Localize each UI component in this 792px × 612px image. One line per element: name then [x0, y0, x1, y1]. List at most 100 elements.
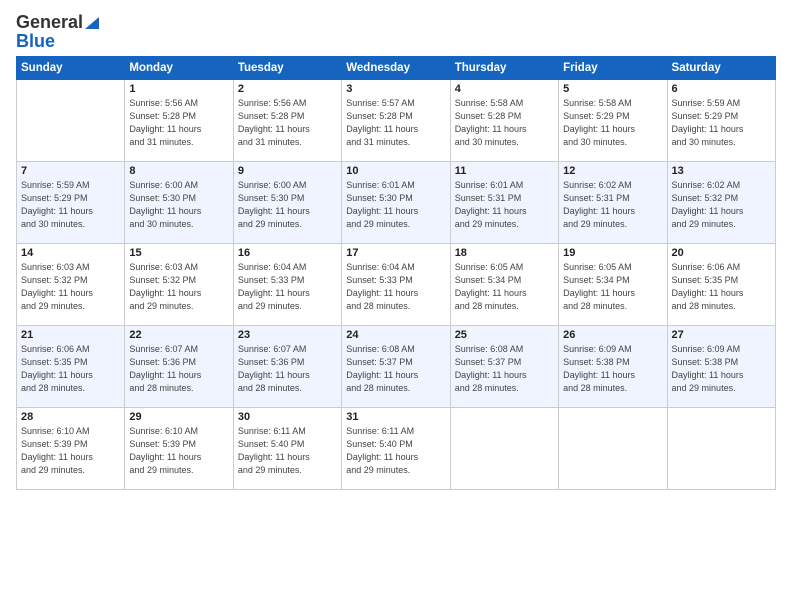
cell-info: Sunrise: 6:11 AM Sunset: 5:40 PM Dayligh…	[346, 425, 445, 477]
week-row-3: 14Sunrise: 6:03 AM Sunset: 5:32 PM Dayli…	[17, 244, 776, 326]
day-number: 22	[129, 329, 228, 341]
day-number: 18	[455, 247, 554, 259]
day-number: 10	[346, 165, 445, 177]
cell-info: Sunrise: 6:10 AM Sunset: 5:39 PM Dayligh…	[129, 425, 228, 477]
calendar-cell: 5Sunrise: 5:58 AM Sunset: 5:29 PM Daylig…	[559, 80, 667, 162]
day-number: 23	[238, 329, 337, 341]
logo: General Blue	[16, 12, 99, 52]
cell-info: Sunrise: 5:58 AM Sunset: 5:29 PM Dayligh…	[563, 97, 662, 149]
calendar-cell: 30 Sunrise: 6:11 AM Sunset: 5:40 PM Dayli…	[233, 408, 341, 490]
day-number: 27	[672, 329, 771, 341]
cell-info: Sunrise: 5:59 AM Sunset: 5:29 PM Dayligh…	[672, 97, 771, 149]
cell-info: Sunrise: 5:59 AM Sunset: 5:29 PM Dayligh…	[21, 179, 120, 231]
cell-info: Sunrise: 5:56 AM Sunset: 5:28 PM Dayligh…	[129, 97, 228, 149]
calendar-cell: 10 Sunrise: 6:01 AM Sunset: 5:30 PM Dayli…	[342, 162, 450, 244]
calendar-cell: 1 Sunrise: 5:56 AM Sunset: 5:28 PM Daylig…	[125, 80, 233, 162]
day-number: 25	[455, 329, 554, 341]
cell-info: Sunrise: 6:11 AM Sunset: 5:40 PM Dayligh…	[238, 425, 337, 477]
day-number: 30	[238, 411, 337, 423]
logo-general-text: General	[16, 12, 83, 33]
weekday-header-friday: Friday	[559, 57, 667, 80]
cell-info: Sunrise: 6:00 AM Sunset: 5:30 PM Dayligh…	[238, 179, 337, 231]
cell-info: Sunrise: 6:07 AM Sunset: 5:36 PM Dayligh…	[238, 343, 337, 395]
day-number: 6	[672, 83, 771, 95]
cell-info: Sunrise: 6:06 AM Sunset: 5:35 PM Dayligh…	[672, 261, 771, 313]
calendar-cell: 26 Sunrise: 6:09 AM Sunset: 5:38 PM Dayli…	[559, 326, 667, 408]
cell-info: Sunrise: 6:03 AM Sunset: 5:32 PM Dayligh…	[21, 261, 120, 313]
day-number: 16	[238, 247, 337, 259]
week-row-5: 28 Sunrise: 6:10 AM Sunset: 5:39 PM Dayli…	[17, 408, 776, 490]
day-number: 26	[563, 329, 662, 341]
cell-info: Sunrise: 6:05 AM Sunset: 5:34 PM Dayligh…	[455, 261, 554, 313]
day-number: 31	[346, 411, 445, 423]
calendar-cell: 29 Sunrise: 6:10 AM Sunset: 5:39 PM Dayli…	[125, 408, 233, 490]
day-number: 13	[672, 165, 771, 177]
weekday-header-tuesday: Tuesday	[233, 57, 341, 80]
calendar-table: SundayMondayTuesdayWednesdayThursdayFrid…	[16, 56, 776, 490]
day-number: 17	[346, 247, 445, 259]
calendar-cell: 3Sunrise: 5:57 AM Sunset: 5:28 PM Daylig…	[342, 80, 450, 162]
cell-info: Sunrise: 6:07 AM Sunset: 5:36 PM Dayligh…	[129, 343, 228, 395]
weekday-header-row: SundayMondayTuesdayWednesdayThursdayFrid…	[17, 57, 776, 80]
header: General Blue	[16, 12, 776, 52]
weekday-header-sunday: Sunday	[17, 57, 125, 80]
cell-info: Sunrise: 6:05 AM Sunset: 5:34 PM Dayligh…	[563, 261, 662, 313]
day-number: 8	[129, 165, 228, 177]
calendar-cell: 25 Sunrise: 6:08 AM Sunset: 5:37 PM Dayli…	[450, 326, 558, 408]
day-number: 20	[672, 247, 771, 259]
cell-info: Sunrise: 6:04 AM Sunset: 5:33 PM Dayligh…	[238, 261, 337, 313]
calendar-cell: 16 Sunrise: 6:04 AM Sunset: 5:33 PM Dayli…	[233, 244, 341, 326]
calendar-cell: 21Sunrise: 6:06 AM Sunset: 5:35 PM Dayli…	[17, 326, 125, 408]
cell-info: Sunrise: 6:01 AM Sunset: 5:30 PM Dayligh…	[346, 179, 445, 231]
cell-info: Sunrise: 6:02 AM Sunset: 5:31 PM Dayligh…	[563, 179, 662, 231]
cell-info: Sunrise: 6:08 AM Sunset: 5:37 PM Dayligh…	[346, 343, 445, 395]
weekday-header-monday: Monday	[125, 57, 233, 80]
day-number: 28	[21, 411, 120, 423]
cell-info: Sunrise: 6:09 AM Sunset: 5:38 PM Dayligh…	[563, 343, 662, 395]
calendar-cell: 15 Sunrise: 6:03 AM Sunset: 5:32 PM Dayli…	[125, 244, 233, 326]
week-row-2: 7 Sunrise: 5:59 AM Sunset: 5:29 PM Daylig…	[17, 162, 776, 244]
cell-info: Sunrise: 6:03 AM Sunset: 5:32 PM Dayligh…	[129, 261, 228, 313]
calendar-cell: 11Sunrise: 6:01 AM Sunset: 5:31 PM Dayli…	[450, 162, 558, 244]
calendar-cell: 23 Sunrise: 6:07 AM Sunset: 5:36 PM Dayli…	[233, 326, 341, 408]
calendar-cell: 8 Sunrise: 6:00 AM Sunset: 5:30 PM Daylig…	[125, 162, 233, 244]
calendar-container: General Blue SundayMondayTuesdayWednesda…	[0, 0, 792, 612]
calendar-cell: 28 Sunrise: 6:10 AM Sunset: 5:39 PM Dayli…	[17, 408, 125, 490]
day-number: 15	[129, 247, 228, 259]
cell-info: Sunrise: 6:08 AM Sunset: 5:37 PM Dayligh…	[455, 343, 554, 395]
calendar-cell: 7 Sunrise: 5:59 AM Sunset: 5:29 PM Daylig…	[17, 162, 125, 244]
calendar-cell: 6 Sunrise: 5:59 AM Sunset: 5:29 PM Daylig…	[667, 80, 775, 162]
day-number: 12	[563, 165, 662, 177]
calendar-cell: 19Sunrise: 6:05 AM Sunset: 5:34 PM Dayli…	[559, 244, 667, 326]
calendar-cell: 27Sunrise: 6:09 AM Sunset: 5:38 PM Dayli…	[667, 326, 775, 408]
day-number: 7	[21, 165, 120, 177]
day-number: 3	[346, 83, 445, 95]
logo-blue-text: Blue	[16, 31, 55, 52]
weekday-header-wednesday: Wednesday	[342, 57, 450, 80]
cell-info: Sunrise: 6:02 AM Sunset: 5:32 PM Dayligh…	[672, 179, 771, 231]
calendar-cell: 20 Sunrise: 6:06 AM Sunset: 5:35 PM Dayli…	[667, 244, 775, 326]
calendar-cell: 24Sunrise: 6:08 AM Sunset: 5:37 PM Dayli…	[342, 326, 450, 408]
cell-info: Sunrise: 6:10 AM Sunset: 5:39 PM Dayligh…	[21, 425, 120, 477]
calendar-cell: 17 Sunrise: 6:04 AM Sunset: 5:33 PM Dayli…	[342, 244, 450, 326]
calendar-cell: 9Sunrise: 6:00 AM Sunset: 5:30 PM Daylig…	[233, 162, 341, 244]
calendar-cell: 13 Sunrise: 6:02 AM Sunset: 5:32 PM Dayli…	[667, 162, 775, 244]
cell-info: Sunrise: 6:06 AM Sunset: 5:35 PM Dayligh…	[21, 343, 120, 395]
week-row-1: 1 Sunrise: 5:56 AM Sunset: 5:28 PM Daylig…	[17, 80, 776, 162]
calendar-cell: 14Sunrise: 6:03 AM Sunset: 5:32 PM Dayli…	[17, 244, 125, 326]
calendar-cell	[667, 408, 775, 490]
calendar-cell: 18 Sunrise: 6:05 AM Sunset: 5:34 PM Dayli…	[450, 244, 558, 326]
calendar-cell: 4Sunrise: 5:58 AM Sunset: 5:28 PM Daylig…	[450, 80, 558, 162]
weekday-header-saturday: Saturday	[667, 57, 775, 80]
day-number: 29	[129, 411, 228, 423]
calendar-cell: 31 Sunrise: 6:11 AM Sunset: 5:40 PM Dayli…	[342, 408, 450, 490]
week-row-4: 21Sunrise: 6:06 AM Sunset: 5:35 PM Dayli…	[17, 326, 776, 408]
day-number: 2	[238, 83, 337, 95]
cell-info: Sunrise: 6:04 AM Sunset: 5:33 PM Dayligh…	[346, 261, 445, 313]
day-number: 1	[129, 83, 228, 95]
calendar-cell: 2Sunrise: 5:56 AM Sunset: 5:28 PM Daylig…	[233, 80, 341, 162]
calendar-cell	[450, 408, 558, 490]
calendar-cell: 22 Sunrise: 6:07 AM Sunset: 5:36 PM Dayli…	[125, 326, 233, 408]
calendar-cell	[17, 80, 125, 162]
cell-info: Sunrise: 6:00 AM Sunset: 5:30 PM Dayligh…	[129, 179, 228, 231]
